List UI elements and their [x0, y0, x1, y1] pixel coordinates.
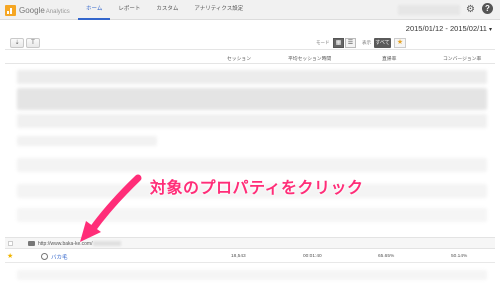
analytics-logo-icon [5, 4, 16, 16]
property-name-link[interactable]: バカ毛 [51, 253, 68, 261]
website-row[interactable]: http://www.baka-ke.com/ [5, 237, 495, 249]
grid-view-icon[interactable]: ▦ [333, 38, 344, 48]
blurred-row [17, 114, 487, 128]
date-range-label: 2015/01/12 - 2015/02/11 [405, 24, 487, 33]
blurred-row [17, 70, 487, 84]
brand-product: Analytics [45, 8, 70, 15]
view-label: 表示 [362, 40, 371, 45]
sessions-value: 18,543 [231, 253, 246, 259]
account-selector-blurred[interactable] [398, 5, 460, 15]
main-nav: ホーム レポート カスタム アナリティクス設定 [78, 0, 251, 20]
table-header: セッション 平均セッション時間 直帰率 コンバージョン率 [5, 52, 495, 64]
website-url[interactable]: http://www.baka-ke.com/ [38, 241, 92, 247]
blurred-row [17, 88, 487, 110]
top-navigation-bar: GoogleAnalytics ホーム レポート カスタム アナリティクス設定 … [0, 0, 500, 20]
list-view-icon[interactable]: ☰ [345, 38, 356, 48]
folder-icon [28, 241, 35, 246]
gear-icon[interactable]: ⚙ [466, 4, 475, 15]
blurred-row [17, 208, 487, 222]
date-range-picker[interactable]: 2015/01/12 - 2015/02/11 ▾ [406, 24, 492, 33]
conversion-rate-value: 50.14% [451, 253, 468, 259]
avg-duration-value: 00:01:40 [303, 253, 322, 259]
help-icon[interactable]: ? [482, 3, 493, 14]
column-avg-session-duration[interactable]: 平均セッション時間 [288, 55, 331, 62]
text-view-button[interactable]: T [26, 38, 40, 48]
chevron-down-icon: ▾ [488, 27, 492, 33]
starred-filter-icon[interactable]: ★ [394, 38, 406, 48]
nav-tab-home[interactable]: ホーム [78, 0, 111, 20]
row-checkbox[interactable] [8, 241, 13, 246]
star-icon[interactable]: ★ [7, 252, 13, 260]
mode-label: モード [316, 40, 330, 45]
google-analytics-logo[interactable]: GoogleAnalytics [5, 4, 70, 16]
brand-name: Google [19, 5, 45, 15]
blurred-account-list [5, 66, 495, 228]
show-all-button[interactable]: すべて [374, 38, 391, 48]
property-row[interactable]: ★ バカ毛 18,543 00:01:40 65.65% 50.14% [5, 250, 495, 263]
column-conversion-rate[interactable]: コンバージョン率 [443, 55, 481, 62]
nav-tab-admin[interactable]: アナリティクス設定 [186, 0, 251, 20]
blurred-id [93, 241, 121, 246]
column-sessions[interactable]: セッション [227, 55, 251, 62]
blurred-row [17, 136, 157, 146]
blurred-row [17, 270, 487, 280]
table-toolbar: ⇣ T モード ▦ ☰ 表示 すべて ★ [5, 37, 495, 50]
nav-tab-custom[interactable]: カスタム [148, 0, 186, 20]
export-button[interactable]: ⇣ [10, 38, 24, 48]
bounce-rate-value: 65.65% [378, 253, 395, 259]
nav-tab-reports[interactable]: レポート [110, 0, 148, 20]
blurred-row [17, 158, 487, 172]
column-bounce-rate[interactable]: 直帰率 [382, 55, 396, 62]
annotation-text: 対象のプロパティをクリック [150, 178, 364, 197]
globe-icon [41, 252, 48, 260]
blurred-footer-rows [5, 266, 495, 284]
